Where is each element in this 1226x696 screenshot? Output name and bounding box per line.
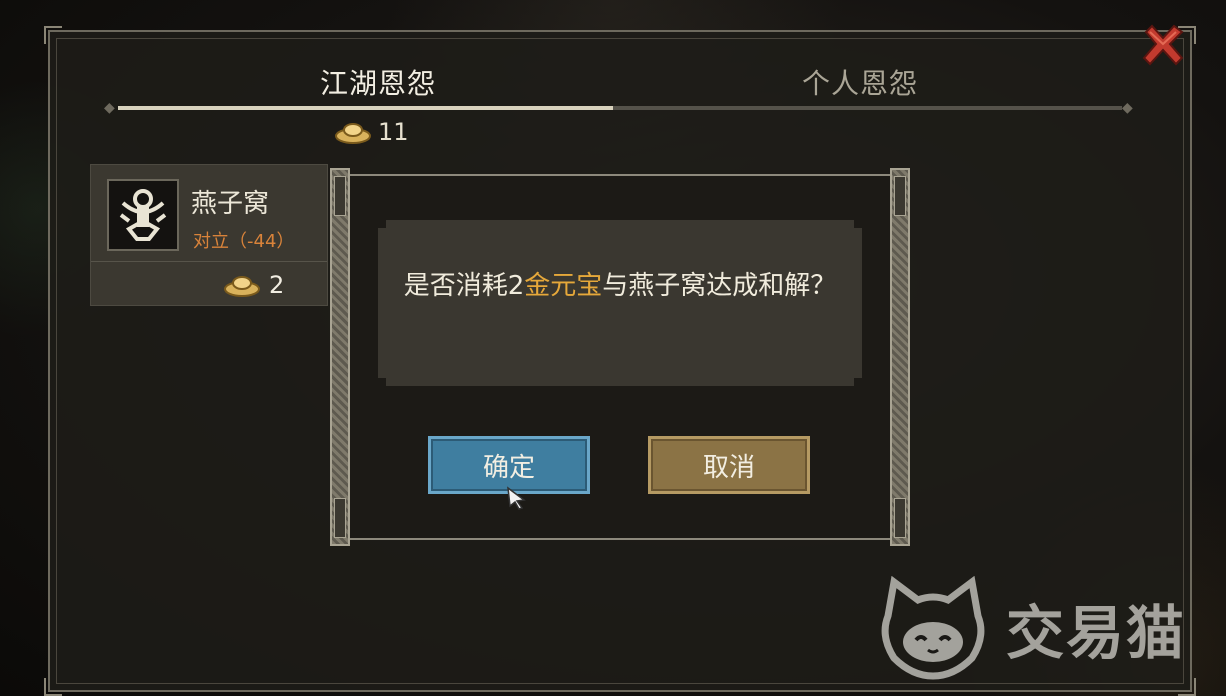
panel-corner (1178, 678, 1196, 696)
currency-display: 11 (334, 118, 409, 146)
close-icon (1142, 24, 1184, 66)
message-highlight: 金元宝 (524, 271, 603, 301)
confirm-button-label: 确定 (482, 452, 535, 483)
cancel-button[interactable]: 取消 (648, 436, 810, 494)
relation-status: 对立（-44） (193, 231, 295, 252)
avatar (107, 179, 179, 251)
box-notch (378, 220, 386, 228)
reconcile-cost: 2 (223, 271, 284, 299)
panel-corner (44, 678, 62, 696)
gold-ingot-icon (335, 123, 371, 144)
scroll-roller-right (890, 168, 910, 546)
divider (91, 261, 327, 262)
watermark: 交易猫 (874, 576, 1186, 680)
gold-ingot-icon (224, 276, 260, 297)
tab-jianghu-feud[interactable]: 江湖恩怨 (320, 62, 436, 102)
close-button[interactable] (1138, 20, 1188, 70)
box-notch (378, 378, 386, 386)
tab-indicator-active (118, 106, 613, 110)
mouse-cursor-icon (507, 486, 526, 510)
currency-amount: 11 (378, 118, 409, 146)
message-text: 是否消耗2 (403, 271, 525, 301)
tab-indicator-track: ◆ ◆ (104, 101, 1133, 115)
cat-logo-icon (881, 576, 985, 680)
track-cap-right-icon: ◆ (1122, 100, 1133, 116)
scroll-roller-left (330, 168, 350, 546)
roller-knob (894, 176, 906, 216)
panel-corner (44, 26, 62, 44)
faction-name: 燕子窝 (191, 189, 270, 219)
watermark-text: 交易猫 (1006, 599, 1187, 667)
message-text: 与燕子窝达成和解？ (602, 271, 837, 301)
roller-knob (894, 498, 906, 538)
box-notch (854, 220, 862, 228)
cancel-button-label: 取消 (702, 452, 755, 483)
roller-knob (334, 498, 346, 538)
roller-knob (334, 176, 346, 216)
list-item[interactable]: 燕子窝 对立（-44） 2 (90, 164, 328, 306)
message-box: 是否消耗2金元宝与燕子窝达成和解？ (378, 220, 862, 386)
faction-emblem-icon (119, 189, 167, 241)
tab-personal-feud[interactable]: 个人恩怨 (802, 62, 918, 102)
box-notch (854, 378, 862, 386)
cost-amount: 2 (269, 271, 285, 299)
track-cap-left-icon: ◆ (104, 100, 115, 116)
dialog-message: 是否消耗2金元宝与燕子窝达成和解？ (398, 264, 842, 308)
